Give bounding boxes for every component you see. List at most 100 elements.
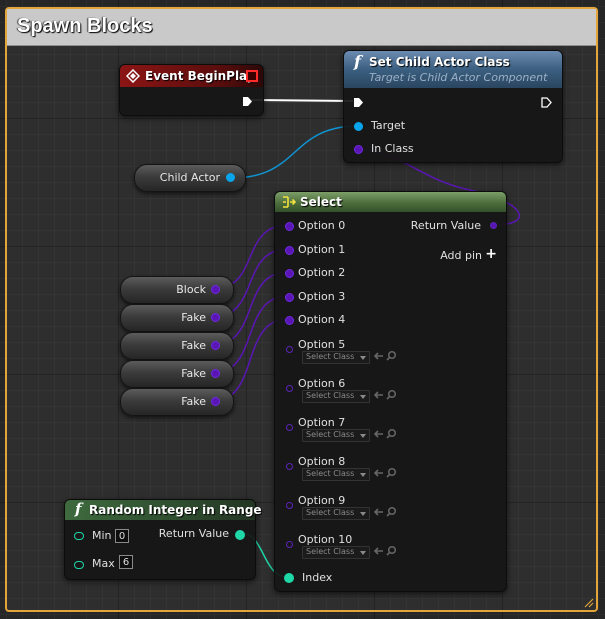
option-pin[interactable]: [286, 541, 293, 548]
option-pin[interactable]: [285, 316, 294, 325]
option-label: Option 2: [298, 266, 346, 279]
dropdown-value: Select Class: [306, 352, 355, 361]
option-label: Option 8: [298, 455, 346, 468]
option-label: Option 7: [298, 416, 346, 429]
option-pin[interactable]: [286, 385, 293, 392]
select-node[interactable]: Select Option 0 Option 1 Option 2 Option…: [274, 191, 507, 592]
random-integer-in-range-node[interactable]: f Random Integer in Range Min 0 Max 6 Re…: [64, 499, 262, 580]
chevron-down-icon: [360, 395, 366, 399]
class-dropdown[interactable]: Select Class: [302, 429, 370, 442]
option-label: Option 9: [298, 494, 346, 507]
option-row: Option 9 Select Class: [275, 494, 405, 524]
node-title: Event BeginPlay: [145, 69, 255, 83]
option-label: Option 5: [298, 338, 346, 351]
output-pin[interactable]: [211, 341, 220, 350]
option-row: Option 7 Select Class: [275, 416, 405, 446]
arrow-left-icon[interactable]: [373, 351, 384, 361]
exec-in-pin[interactable]: [353, 97, 364, 108]
plus-icon[interactable]: +: [485, 246, 497, 262]
dropdown-value: Select Class: [306, 430, 355, 439]
class-variable-node[interactable]: Block: [120, 276, 234, 304]
option-pin[interactable]: [286, 346, 293, 353]
class-variable-node[interactable]: Fake: [120, 332, 234, 360]
magnifier-icon[interactable]: [386, 506, 397, 517]
set-child-actor-class-node[interactable]: f Set Child Actor Class Target is Child …: [343, 50, 563, 163]
target-pin-label: Target: [371, 119, 406, 132]
option-label: Option 4: [298, 313, 346, 326]
resize-grip-icon[interactable]: [582, 596, 594, 608]
min-label: Min: [92, 529, 112, 542]
class-dropdown[interactable]: Select Class: [302, 390, 370, 403]
return-value-pin[interactable]: [235, 530, 245, 540]
variable-label: Fake: [181, 395, 206, 408]
class-dropdown[interactable]: Select Class: [302, 468, 370, 481]
chevron-down-icon: [360, 473, 366, 477]
add-pin-label[interactable]: Add pin: [440, 249, 482, 262]
output-pin[interactable]: [211, 285, 220, 294]
magnifier-icon[interactable]: [386, 545, 397, 556]
option-pin[interactable]: [285, 222, 294, 231]
option-label: Option 1: [298, 243, 346, 256]
option-pin[interactable]: [286, 463, 293, 470]
chevron-down-icon: [360, 512, 366, 516]
variable-label: Fake: [181, 311, 206, 324]
in-class-pin[interactable]: [354, 145, 363, 154]
option-label: Option 0: [298, 219, 346, 232]
output-pin[interactable]: [211, 313, 220, 322]
magnifier-icon[interactable]: [386, 350, 397, 361]
class-variable-node[interactable]: Fake: [120, 360, 234, 388]
return-value-label: Return Value: [158, 527, 229, 540]
magnifier-icon[interactable]: [386, 467, 397, 478]
option-pin[interactable]: [285, 246, 294, 255]
node-subtitle: Target is Child Actor Component: [369, 71, 548, 84]
output-pin[interactable]: [211, 397, 220, 406]
arrow-left-icon[interactable]: [373, 390, 384, 400]
return-value-pin[interactable]: [490, 222, 497, 229]
event-beginplay-node[interactable]: Event BeginPlay: [119, 64, 264, 116]
output-pin[interactable]: [226, 173, 235, 182]
arrow-left-icon[interactable]: [373, 546, 384, 556]
child-actor-variable-node[interactable]: Child Actor: [134, 164, 246, 192]
index-pin[interactable]: [284, 573, 294, 583]
min-pin[interactable]: [74, 532, 84, 540]
return-value-label: Return Value: [410, 219, 481, 232]
comment-header[interactable]: Spawn Blocks: [7, 9, 596, 46]
chevron-down-icon: [360, 356, 366, 360]
target-pin[interactable]: [354, 122, 363, 131]
arrow-left-icon[interactable]: [373, 429, 384, 439]
max-label: Max: [92, 557, 115, 570]
option-pin[interactable]: [285, 269, 294, 278]
min-value-input[interactable]: 0: [115, 529, 129, 543]
option-label: Option 10: [298, 533, 353, 546]
function-f-icon: f: [354, 52, 361, 71]
function-f-icon: f: [75, 500, 82, 518]
comment-title: Spawn Blocks: [17, 15, 153, 37]
exec-out-pin[interactable]: [541, 97, 552, 108]
chevron-down-icon: [360, 434, 366, 438]
class-variable-node[interactable]: Fake: [120, 388, 234, 416]
option-label: Option 3: [298, 290, 346, 303]
max-pin[interactable]: [74, 561, 84, 569]
option-pin[interactable]: [286, 502, 293, 509]
dropdown-value: Select Class: [306, 391, 355, 400]
magnifier-icon[interactable]: [386, 389, 397, 400]
delegate-square-icon[interactable]: [246, 70, 258, 82]
option-pin[interactable]: [285, 293, 294, 302]
class-dropdown[interactable]: Select Class: [302, 546, 370, 559]
option-pin[interactable]: [286, 424, 293, 431]
arrow-left-icon[interactable]: [373, 468, 384, 478]
variable-label: Child Actor: [159, 171, 220, 184]
arrow-left-icon[interactable]: [373, 507, 384, 517]
magnifier-icon[interactable]: [386, 428, 397, 439]
node-title: Select: [300, 195, 342, 209]
output-pin[interactable]: [211, 369, 220, 378]
max-value-input[interactable]: 6: [119, 555, 133, 569]
class-variable-node[interactable]: Fake: [120, 304, 234, 332]
exec-out-pin[interactable]: [242, 96, 253, 107]
event-diamond-icon: [126, 69, 140, 83]
option-label: Option 6: [298, 377, 346, 390]
class-dropdown[interactable]: Select Class: [302, 351, 370, 364]
in-class-pin-label: In Class: [371, 142, 414, 155]
variable-label: Block: [176, 283, 206, 296]
class-dropdown[interactable]: Select Class: [302, 507, 370, 520]
